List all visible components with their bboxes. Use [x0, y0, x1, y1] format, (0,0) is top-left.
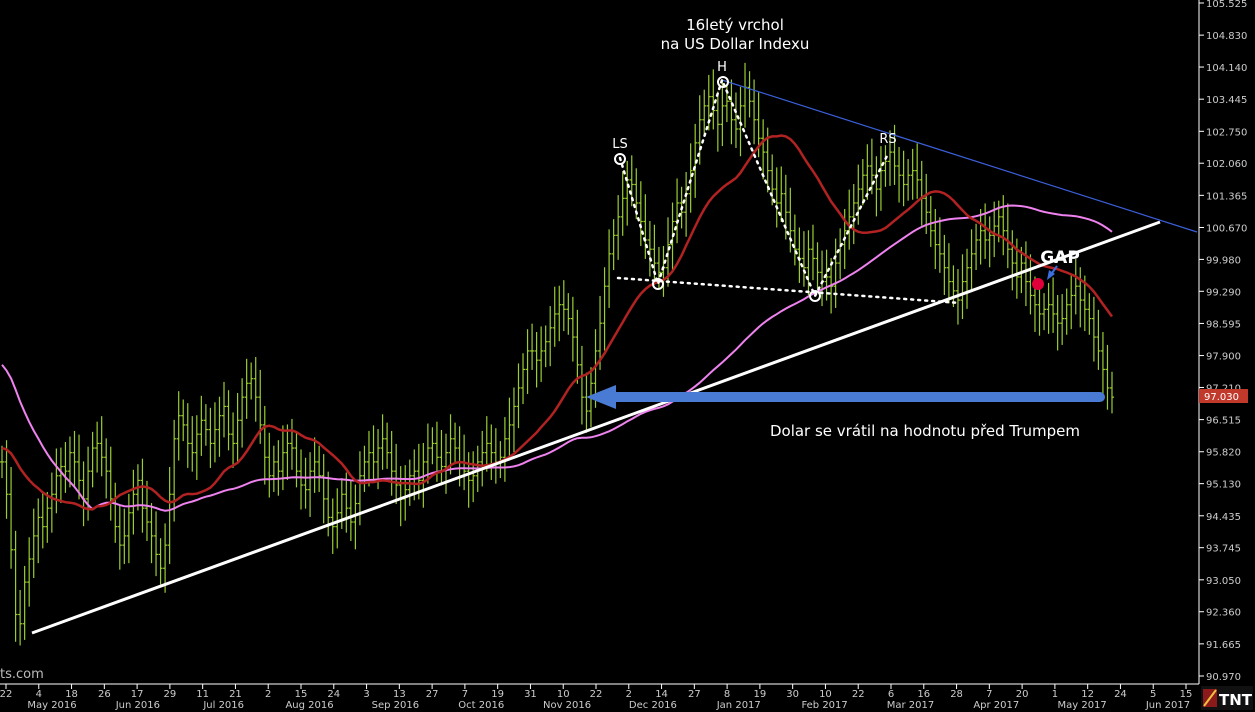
x-tick-label: 7 — [986, 689, 992, 700]
month-label: Jun 2016 — [115, 700, 160, 711]
x-tick-label: 30 — [786, 689, 799, 700]
y-tick-label: 93.745 — [1206, 544, 1241, 555]
y-tick-label: 102.750 — [1206, 127, 1247, 138]
y-tick-label: 94.435 — [1206, 512, 1241, 523]
y-tick-label: 97.900 — [1206, 352, 1241, 363]
x-tick-label: 24 — [327, 689, 340, 700]
x-tick-label: 22 — [590, 689, 603, 700]
usd-index-chart: 16letý vrchol na US Dollar Indexu LS H R… — [0, 0, 1255, 712]
x-tick-label: 20 — [1016, 689, 1029, 700]
x-tick-label: 15 — [1180, 689, 1193, 700]
arrow-note: Dolar se vrátil na hodnotu před Trumpem — [770, 422, 1080, 440]
logo-text: TNT — [1219, 691, 1253, 709]
gap-dot — [1032, 278, 1044, 290]
month-label: Aug 2016 — [285, 700, 333, 711]
x-tick-label: 22 — [852, 689, 865, 700]
x-tick-label: 29 — [164, 689, 177, 700]
month-label: Jun 2017 — [1145, 700, 1190, 711]
x-tick-label: 18 — [65, 689, 78, 700]
month-label: Oct 2016 — [458, 700, 504, 711]
x-tick-label: 16 — [917, 689, 930, 700]
y-tick-label: 95.130 — [1206, 480, 1241, 491]
y-tick-label: 90.970 — [1206, 672, 1241, 683]
y-tick-label: 104.830 — [1206, 31, 1247, 42]
x-tick-label: 1 — [1052, 689, 1058, 700]
x-tick-label: 19 — [754, 689, 767, 700]
x-tick-label: 28 — [950, 689, 963, 700]
title-line-2: na US Dollar Indexu — [661, 35, 810, 53]
x-tick-label: 22 — [0, 689, 12, 700]
x-tick-label: 14 — [655, 689, 668, 700]
y-tick-label: 93.050 — [1206, 576, 1241, 587]
x-tick-label: 27 — [688, 689, 701, 700]
y-tick-label: 99.290 — [1206, 287, 1241, 298]
chart-background — [0, 0, 1255, 712]
y-tick-label: 100.670 — [1206, 223, 1247, 234]
month-label: Dec 2016 — [629, 700, 677, 711]
month-label: May 2016 — [27, 700, 76, 711]
x-tick-label: 4 — [36, 689, 42, 700]
month-label: Mar 2017 — [887, 700, 935, 711]
x-tick-label: 5 — [1150, 689, 1156, 700]
month-label: Jul 2016 — [202, 700, 244, 711]
label-ls: LS — [612, 137, 628, 152]
y-tick-label: 98.595 — [1206, 319, 1241, 330]
x-tick-label: 12 — [1081, 689, 1094, 700]
x-tick-label: 10 — [557, 689, 570, 700]
last-price-label: 97.030 — [1204, 392, 1239, 403]
y-tick-label: 95.820 — [1206, 448, 1241, 459]
x-tick-label: 17 — [131, 689, 144, 700]
month-label: Sep 2016 — [372, 700, 419, 711]
x-tick-label: 11 — [196, 689, 209, 700]
x-tick-label: 10 — [819, 689, 832, 700]
month-label: May 2017 — [1057, 700, 1106, 711]
x-tick-label: 26 — [98, 689, 111, 700]
x-tick-label: 15 — [295, 689, 308, 700]
x-tick-label: 7 — [462, 689, 468, 700]
y-tick-label: 101.365 — [1206, 191, 1247, 202]
x-tick-label: 21 — [229, 689, 242, 700]
y-tick-label: 91.665 — [1206, 640, 1241, 651]
month-label: Feb 2017 — [801, 700, 847, 711]
label-h: H — [717, 60, 727, 75]
y-tick-label: 96.515 — [1206, 416, 1241, 427]
month-label: Nov 2016 — [543, 700, 591, 711]
x-tick-label: 27 — [426, 689, 439, 700]
y-tick-label: 102.060 — [1206, 159, 1247, 170]
title-line-1: 16letý vrchol — [686, 16, 784, 34]
y-tick-label: 103.445 — [1206, 95, 1247, 106]
x-tick-label: 6 — [888, 689, 894, 700]
tnt-logo: TNT — [1201, 686, 1253, 710]
y-tick-label: 104.140 — [1206, 63, 1247, 74]
x-tick-label: 2 — [626, 689, 632, 700]
x-tick-label: 13 — [393, 689, 406, 700]
label-gap: GAP — [1040, 248, 1080, 268]
month-label: Jan 2017 — [716, 700, 761, 711]
label-rs: RS — [879, 132, 896, 147]
y-tick-label: 92.360 — [1206, 608, 1241, 619]
watermark: ts.com — [0, 667, 44, 682]
y-tick-label: 105.525 — [1206, 0, 1247, 10]
month-label: Apr 2017 — [973, 700, 1019, 711]
x-tick-label: 2 — [265, 689, 271, 700]
x-tick-label: 3 — [363, 689, 369, 700]
x-tick-label: 31 — [524, 689, 537, 700]
x-tick-label: 24 — [1114, 689, 1127, 700]
x-tick-label: 8 — [724, 689, 730, 700]
x-tick-label: 19 — [491, 689, 504, 700]
y-tick-label: 99.980 — [1206, 255, 1241, 266]
